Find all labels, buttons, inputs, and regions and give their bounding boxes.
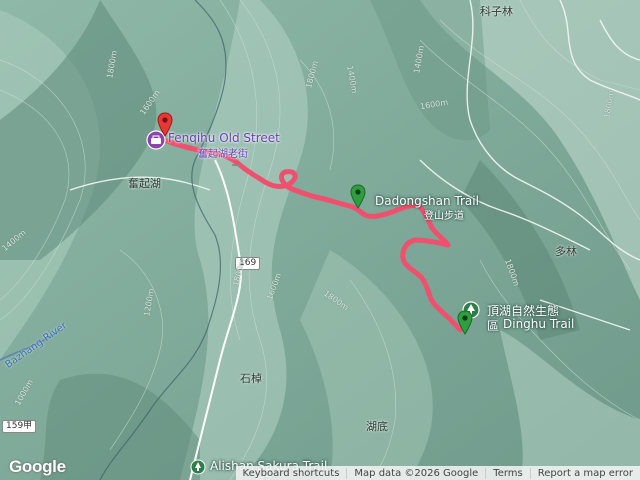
google-logo: Google xyxy=(9,457,66,476)
poi-label-fenqihu-zh: 奮起湖老街 xyxy=(198,149,248,160)
poi-label-dinghu-en: Dinghu Trail xyxy=(503,317,575,331)
place-label-duolin: 多林 xyxy=(555,245,577,258)
attribution-bar: Keyboard shortcuts Map data ©2026 Google… xyxy=(235,466,640,480)
terms-link[interactable]: Terms xyxy=(485,467,529,479)
poi-label-dadongshan-en: Dadongshan Trail xyxy=(375,194,479,208)
terrain-shading xyxy=(0,0,640,480)
road-shield-159: 159甲 xyxy=(2,420,37,433)
place-label-kezilin: 科子林 xyxy=(480,5,513,18)
place-label-fenqihu: 奮起湖 xyxy=(128,177,161,190)
waypoint-marker[interactable] xyxy=(350,184,366,214)
map-pin-icon xyxy=(157,112,173,137)
place-label-shizhuo: 石棹 xyxy=(240,372,262,385)
map-canvas[interactable]: 169 159甲 1800m 1600m 1800m 1400m 1400m 1… xyxy=(0,0,640,480)
start-marker[interactable] xyxy=(157,112,173,142)
place-label-hudi: 湖底 xyxy=(366,420,388,433)
poi-label-fenqihu-en: Fenqihu Old Street xyxy=(168,131,280,145)
map-pin-icon xyxy=(350,184,366,209)
map-pin-icon xyxy=(457,310,473,335)
poi-label-dadongshan-zh: 登山步道 xyxy=(424,211,464,222)
keyboard-shortcuts-link[interactable]: Keyboard shortcuts xyxy=(236,468,347,479)
map-footer: Google Keyboard shortcuts Map data ©2026… xyxy=(0,457,640,480)
map-data-attribution: Map data ©2026 Google xyxy=(346,467,485,479)
report-error-link[interactable]: Report a map error xyxy=(529,467,640,479)
end-marker[interactable] xyxy=(457,310,473,340)
road-shield-unnamed xyxy=(232,164,240,166)
poi-label-dinghu-prefix: 區 xyxy=(487,319,500,333)
